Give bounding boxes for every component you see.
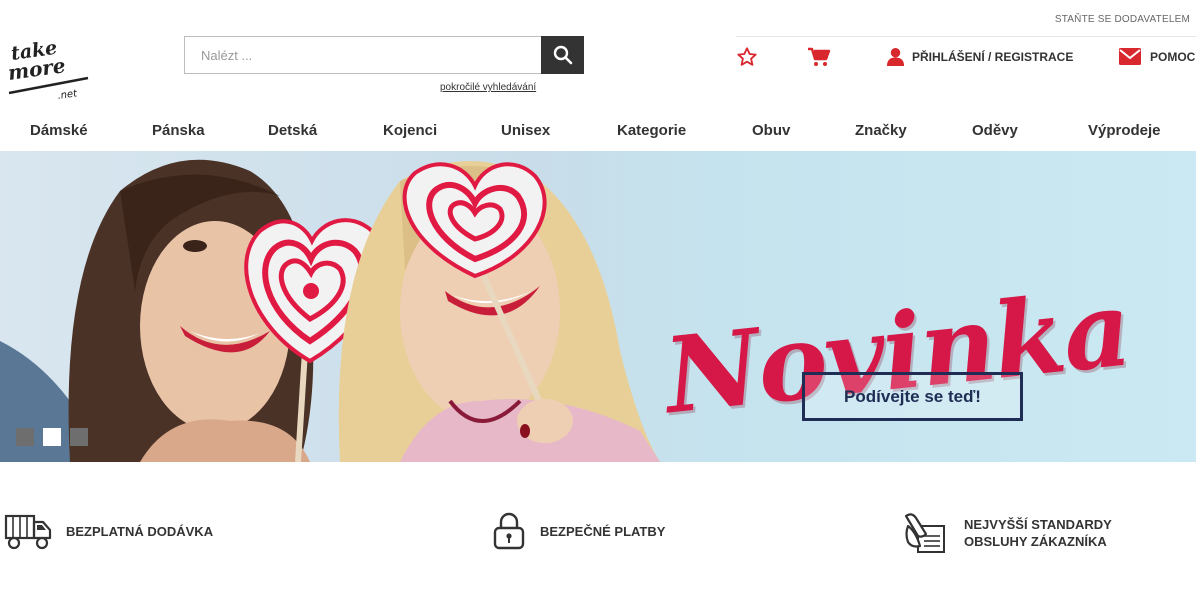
hero-banner[interactable]: Novinka Podívejte se teď! bbox=[0, 151, 1196, 462]
benefit-customer-service: NEJVYŠŠÍ STANDARDY OBSLUHY ZÁKAZNÍKA bbox=[902, 512, 1124, 554]
cart-icon bbox=[808, 47, 831, 66]
benefit-secure-payments: BEZPEČNÉ PLATBY bbox=[492, 512, 700, 550]
nav-item-vyprodeje[interactable]: Výprodeje bbox=[1088, 122, 1161, 139]
nav-item-unisex[interactable]: Unisex bbox=[501, 122, 550, 139]
favorites-button[interactable] bbox=[736, 46, 758, 73]
benefit-label: BEZPEČNÉ PLATBY bbox=[540, 523, 666, 539]
search-button[interactable] bbox=[541, 36, 584, 74]
benefit-free-delivery: BEZPLATNÁ DODÁVKA bbox=[4, 512, 226, 550]
login-register-link[interactable]: PŘIHLÁŠENÍ / REGISTRACE bbox=[886, 47, 1073, 66]
nav-item-detska[interactable]: Detská bbox=[268, 122, 317, 139]
slider-dots bbox=[16, 428, 88, 446]
slider-dot-2[interactable] bbox=[43, 428, 61, 446]
svg-text:.net: .net bbox=[57, 88, 79, 102]
envelope-icon bbox=[1119, 48, 1141, 65]
help-label: POMOC bbox=[1150, 49, 1196, 64]
advanced-search-link[interactable]: pokročilé vyhledávání bbox=[440, 82, 536, 93]
star-icon bbox=[737, 47, 757, 66]
become-supplier-link[interactable]: STAŇTE SE DODAVATELEM bbox=[1055, 14, 1190, 25]
nav-item-znacky[interactable]: Značky bbox=[855, 122, 907, 139]
nav-item-panska[interactable]: Pánska bbox=[152, 122, 205, 139]
nav-item-odevy[interactable]: Oděvy bbox=[972, 122, 1018, 139]
login-register-label: PŘIHLÁŠENÍ / REGISTRACE bbox=[912, 49, 1074, 64]
cart-button[interactable] bbox=[807, 47, 831, 72]
nav-item-damske[interactable]: Dámské bbox=[30, 122, 88, 139]
header-divider bbox=[736, 36, 1196, 37]
lock-icon bbox=[493, 512, 525, 550]
site-logo[interactable]: take more .net bbox=[6, 37, 92, 102]
main-nav: Dámské Pánska Detská Kojenci Unisex Kate… bbox=[0, 112, 1196, 150]
nav-item-kojenci[interactable]: Kojenci bbox=[383, 122, 437, 139]
hero-cta-button[interactable]: Podívejte se teď! bbox=[802, 372, 1023, 421]
nav-item-obuv[interactable]: Obuv bbox=[752, 122, 790, 139]
user-icon bbox=[886, 47, 905, 66]
search-icon bbox=[553, 45, 572, 65]
search-bar bbox=[184, 36, 584, 74]
slider-dot-1[interactable] bbox=[16, 428, 34, 446]
benefit-label: BEZPLATNÁ DODÁVKA bbox=[66, 523, 214, 539]
contract-icon bbox=[904, 513, 945, 553]
nav-item-kategorie[interactable]: Kategorie bbox=[617, 122, 686, 139]
slider-dot-3[interactable] bbox=[70, 428, 88, 446]
search-input[interactable] bbox=[184, 36, 541, 74]
benefit-label: NEJVYŠŠÍ STANDARDY OBSLUHY ZÁKAZNÍKA bbox=[964, 517, 1112, 549]
truck-icon bbox=[4, 514, 52, 550]
help-link[interactable]: POMOC bbox=[1119, 48, 1195, 65]
